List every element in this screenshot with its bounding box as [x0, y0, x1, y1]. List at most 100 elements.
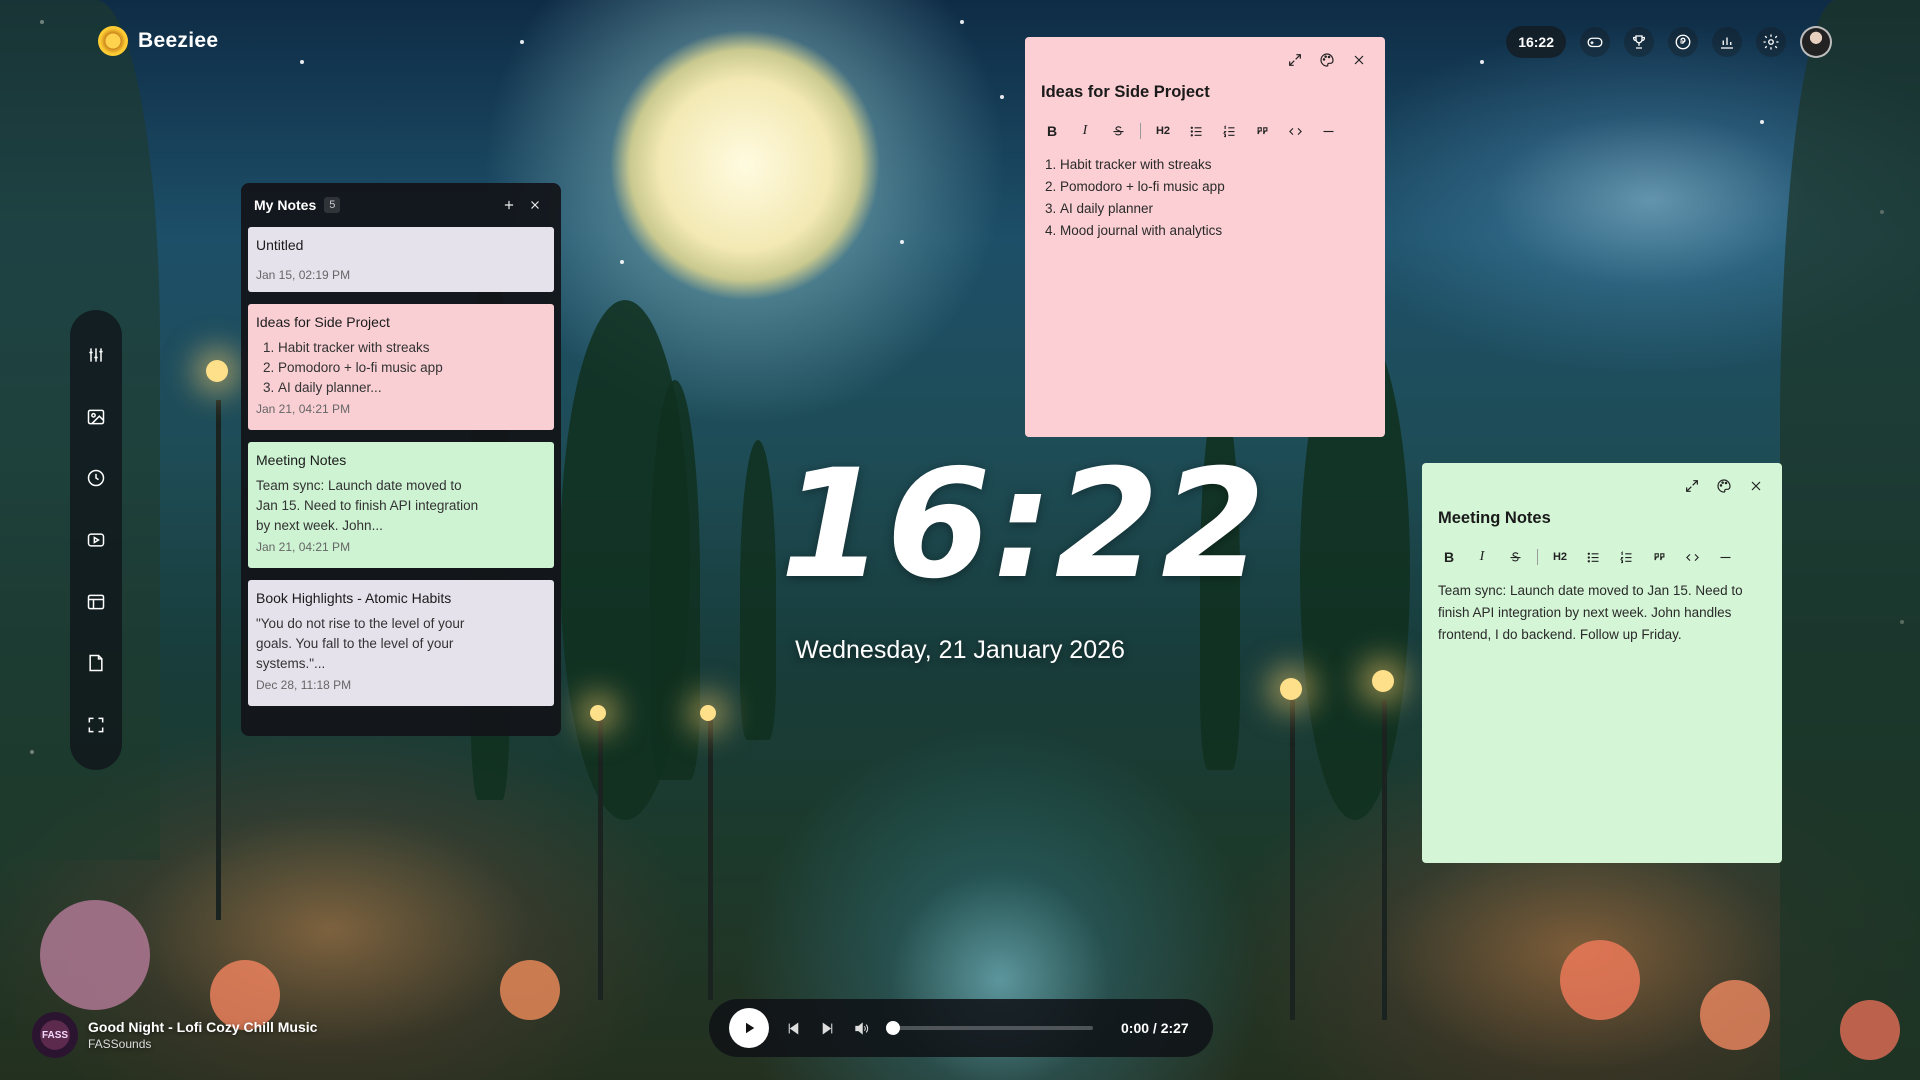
- toolbar-divider: [1537, 549, 1538, 565]
- settings-icon[interactable]: [1756, 27, 1786, 57]
- window-controls: [1041, 37, 1369, 83]
- list-item: Habit tracker with streaks: [278, 338, 546, 358]
- volume-icon[interactable]: [851, 1018, 871, 1038]
- note-card-untitled[interactable]: Untitled Jan 15, 02:19 PM: [248, 227, 554, 292]
- note-card-side-project[interactable]: Ideas for Side Project Habit tracker wit…: [248, 304, 554, 430]
- bold-button[interactable]: B: [1041, 120, 1063, 142]
- bullet-list-icon[interactable]: [1185, 120, 1207, 142]
- note-card-date: Jan 15, 02:19 PM: [256, 268, 351, 282]
- italic-button[interactable]: I: [1471, 546, 1493, 568]
- strikethrough-icon[interactable]: [1504, 546, 1526, 568]
- quote-icon[interactable]: [1251, 120, 1273, 142]
- image-icon[interactable]: [79, 400, 113, 434]
- stats-icon[interactable]: [1712, 27, 1742, 57]
- code-icon[interactable]: [1284, 120, 1306, 142]
- date-label: Wednesday, 21 January 2026: [795, 636, 1125, 664]
- expand-icon[interactable]: [1682, 476, 1702, 496]
- format-toolbar: B I H2: [1041, 118, 1369, 144]
- notes-title: My Notes: [254, 197, 317, 213]
- top-toolbar: 16:22: [1506, 26, 1832, 58]
- track-title: Good Night - Lofi Cozy Chill Music: [88, 1019, 318, 1035]
- add-note-button[interactable]: [496, 192, 522, 218]
- note-card-title: Ideas for Side Project: [256, 314, 390, 330]
- close-icon[interactable]: [1349, 50, 1369, 70]
- seek-bar-handle[interactable]: [886, 1021, 900, 1035]
- list-item: Pomodoro + lo-fi music app: [278, 358, 546, 378]
- help-icon[interactable]: [1668, 27, 1698, 57]
- album-art: FASS: [32, 1012, 78, 1058]
- quote-icon[interactable]: [1648, 546, 1670, 568]
- list-item: AI daily planner...: [278, 378, 546, 398]
- window-controls: [1438, 463, 1766, 509]
- music-player: 0:00 / 2:27: [709, 999, 1213, 1057]
- note-card-book-highlights[interactable]: Book Highlights - Atomic Habits "You do …: [248, 580, 554, 706]
- track-artist: FASSounds: [88, 1037, 152, 1051]
- note-card-title: Meeting Notes: [256, 452, 347, 468]
- note-card-date: Jan 21, 04:21 PM: [256, 402, 351, 416]
- playback-time: 0:00 / 2:27: [1121, 1020, 1189, 1036]
- note-card-preview: "You do not rise to the level of your go…: [256, 616, 465, 671]
- strikethrough-icon[interactable]: [1107, 120, 1129, 142]
- toolbar-divider: [1140, 123, 1141, 139]
- big-clock: 16:22: [780, 438, 1268, 612]
- note-card-meeting-notes[interactable]: Meeting Notes Team sync: Launch date mov…: [248, 442, 554, 568]
- avatar[interactable]: [1800, 26, 1832, 58]
- fullscreen-icon[interactable]: [79, 708, 113, 742]
- brand[interactable]: Beeziee: [98, 26, 218, 56]
- note-card-date: Jan 21, 04:21 PM: [256, 540, 351, 554]
- clock-icon[interactable]: [79, 461, 113, 495]
- notes-header: My Notes 5: [248, 183, 554, 227]
- divider-icon[interactable]: [1317, 120, 1339, 142]
- notes-panel: My Notes 5 Untitled Jan 15, 02:19 PM Ide…: [241, 183, 561, 736]
- italic-button[interactable]: I: [1074, 120, 1096, 142]
- play-button[interactable]: [729, 1008, 769, 1048]
- plus-icon: [504, 200, 514, 210]
- notes-icon[interactable]: [79, 646, 113, 680]
- note-card-date: Dec 28, 11:18 PM: [256, 678, 352, 692]
- note-window-side-project: Ideas for Side Project B I H2 Habit trac…: [1025, 37, 1385, 437]
- bold-button[interactable]: B: [1438, 546, 1460, 568]
- trophy-icon[interactable]: [1624, 27, 1654, 57]
- numbered-list-icon[interactable]: [1218, 120, 1240, 142]
- format-toolbar: B I H2: [1438, 544, 1766, 570]
- list-item: AI daily planner: [1060, 198, 1369, 220]
- close-icon: [531, 201, 539, 209]
- list-item: Habit tracker with streaks: [1060, 154, 1369, 176]
- seek-bar[interactable]: [886, 1021, 1093, 1035]
- time-chip[interactable]: 16:22: [1506, 26, 1566, 58]
- note-card-title: Untitled: [256, 237, 304, 253]
- numbered-list-icon[interactable]: [1615, 546, 1637, 568]
- previous-icon[interactable]: [783, 1018, 803, 1038]
- video-icon[interactable]: [79, 523, 113, 557]
- expand-icon[interactable]: [1285, 50, 1305, 70]
- list-item: Pomodoro + lo-fi music app: [1060, 176, 1369, 198]
- close-notes-button[interactable]: [522, 192, 548, 218]
- code-icon[interactable]: [1681, 546, 1703, 568]
- close-icon[interactable]: [1746, 476, 1766, 496]
- heading-button[interactable]: H2: [1549, 546, 1571, 568]
- bullet-list-icon[interactable]: [1582, 546, 1604, 568]
- palette-icon[interactable]: [1714, 476, 1734, 496]
- list-item: Mood journal with analytics: [1060, 220, 1369, 242]
- left-sidebar: [70, 310, 122, 770]
- palette-icon[interactable]: [1317, 50, 1337, 70]
- note-card-title: Book Highlights - Atomic Habits: [256, 590, 452, 606]
- note-title[interactable]: Ideas for Side Project: [1041, 83, 1369, 102]
- bee-logo-icon: [98, 26, 128, 56]
- divider-icon[interactable]: [1714, 546, 1736, 568]
- heading-button[interactable]: H2: [1152, 120, 1174, 142]
- note-window-meeting-notes: Meeting Notes B I H2 Team sync: Launch d…: [1422, 463, 1782, 863]
- note-card-preview: Team sync: Launch date moved to Jan 15. …: [256, 478, 479, 533]
- notes-count-badge: 5: [324, 197, 341, 213]
- now-playing[interactable]: FASS Good Night - Lofi Cozy Chill Music …: [32, 1012, 317, 1058]
- next-icon[interactable]: [817, 1018, 837, 1038]
- mixer-icon[interactable]: [79, 338, 113, 372]
- layout-icon[interactable]: [79, 585, 113, 619]
- note-title[interactable]: Meeting Notes: [1438, 509, 1766, 528]
- gamepad-icon[interactable]: [1580, 27, 1610, 57]
- play-icon: [746, 1022, 755, 1034]
- note-card-list: Habit tracker with streaks Pomodoro + lo…: [278, 338, 546, 398]
- note-content-list[interactable]: Habit tracker with streaks Pomodoro + lo…: [1060, 154, 1369, 242]
- note-content[interactable]: Team sync: Launch date moved to Jan 15. …: [1438, 580, 1766, 646]
- app-name: Beeziee: [138, 29, 219, 52]
